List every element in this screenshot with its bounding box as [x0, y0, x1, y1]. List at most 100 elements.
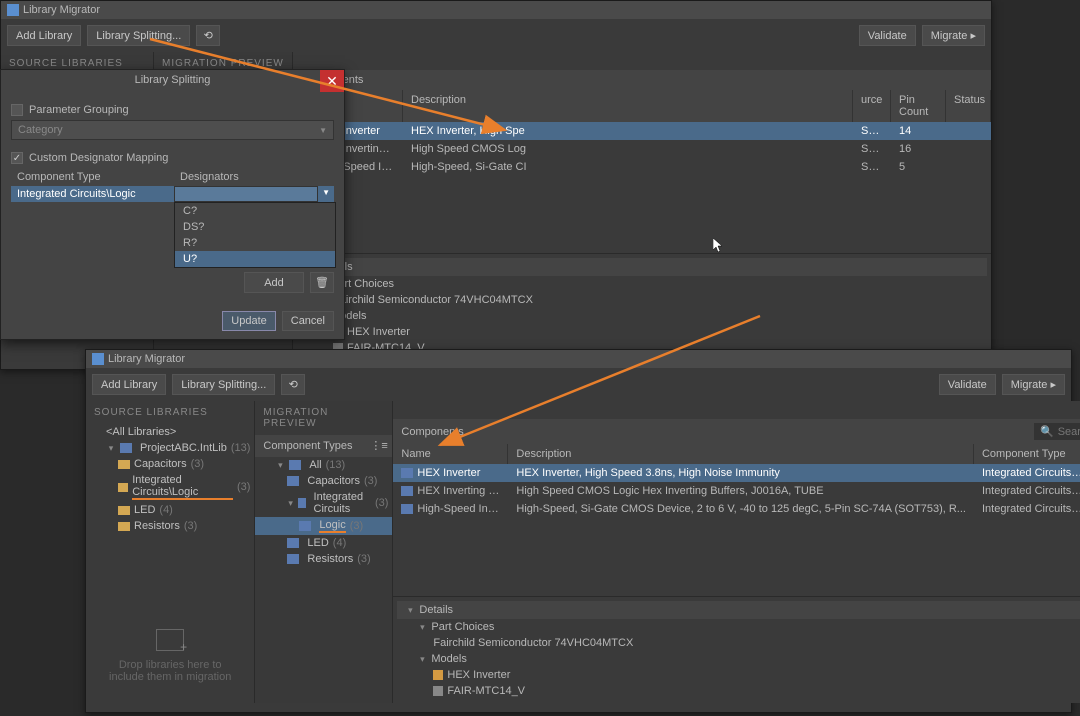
library-splitting-button[interactable]: Library Splitting...: [87, 25, 190, 46]
component-row[interactable]: HEX Inverter HEX Inverter, High Spe SchL…: [293, 122, 991, 140]
library-item[interactable]: ▾ProjectABC.IntLib (13): [86, 440, 254, 456]
titlebar: Library Migrator: [86, 350, 1071, 368]
col-status[interactable]: Status: [946, 90, 991, 122]
mapping-row[interactable]: Integrated Circuits\Logic ▼: [11, 186, 334, 202]
type-all[interactable]: ▾All (13): [255, 457, 392, 473]
cancel-button[interactable]: Cancel: [282, 311, 334, 331]
designator-input[interactable]: [174, 186, 318, 202]
col-source[interactable]: urce: [853, 90, 891, 122]
chevron-down-icon[interactable]: ▼: [318, 186, 334, 202]
grid-header: Name Description urce Pin Count Status: [293, 90, 991, 122]
component-row[interactable]: High-Speed Inverter High-Speed, Si-Gate …: [393, 500, 1080, 518]
component-types-panel: MIGRATION PREVIEW Component Types ⋮≡ ▾Al…: [255, 401, 393, 703]
type-icon: [287, 554, 299, 564]
app-icon: [92, 353, 104, 365]
col-component-type[interactable]: Component Type: [974, 444, 1080, 464]
validate-button[interactable]: Validate: [939, 374, 996, 395]
section-header: Component Types ⋮≡: [255, 435, 392, 457]
migrate-button[interactable]: Migrate ▸: [922, 25, 985, 46]
components-panel: Components Name Description urce Pin Cou…: [293, 52, 991, 360]
type-capacitors[interactable]: Capacitors (3): [255, 473, 392, 489]
migrate-button[interactable]: Migrate ▸: [1002, 374, 1065, 395]
search-box[interactable]: 🔍 Search: [1034, 423, 1080, 440]
type-ic[interactable]: ▾Integrated Circuits (3): [255, 489, 392, 517]
chevron-down-icon: ▾: [106, 443, 116, 454]
models-section[interactable]: ▾Models: [397, 651, 1080, 667]
col-description[interactable]: Description: [403, 90, 853, 122]
type-led[interactable]: LED (4): [255, 535, 392, 551]
app-icon: [7, 4, 19, 16]
parameter-grouping-checkbox[interactable]: Parameter Grouping: [11, 100, 334, 120]
add-button[interactable]: Add: [244, 272, 304, 293]
model-item: FAIR-MTC14_V: [397, 683, 1080, 699]
col-component-type: Component Type: [11, 168, 174, 186]
refresh-button[interactable]: ⟲: [281, 374, 305, 395]
drop-zone[interactable]: Drop libraries here to include them in m…: [86, 609, 254, 703]
category-resistors[interactable]: Resistors (3): [86, 518, 254, 534]
delete-button[interactable]: 🗑: [310, 272, 334, 293]
library-splitting-button[interactable]: Library Splitting...: [172, 374, 275, 395]
grid-header: Name Description Component Type Folder S…: [393, 444, 1080, 464]
add-library-button[interactable]: Add Library: [7, 25, 81, 46]
checkbox-checked-icon: [11, 152, 23, 164]
chevron-down-icon: ▾: [417, 654, 427, 665]
part-choice-item: Fairchild Semiconductor 74VHC04MTCX: [297, 292, 987, 308]
validate-button[interactable]: Validate: [859, 25, 916, 46]
components-panel: Components 🔍 Search Name Description Com…: [393, 401, 1080, 703]
tree-filter-icon[interactable]: ⋮≡: [370, 439, 384, 453]
chevron-down-icon: ▾: [275, 460, 285, 471]
col-name[interactable]: Name: [393, 444, 508, 464]
models-section[interactable]: ▾Models: [297, 308, 987, 324]
component-row[interactable]: HEX Inverting Buffers High Speed CMOS Lo…: [293, 140, 991, 158]
refresh-button[interactable]: ⟲: [196, 25, 220, 46]
component-icon: [401, 468, 413, 478]
panel-header: SOURCE LIBRARIES: [86, 401, 254, 424]
details-panel: ▾Details ▾Part Choices Fairchild Semicon…: [393, 596, 1080, 703]
model-item: HEX Inverter: [397, 667, 1080, 683]
category-select[interactable]: Category ▼: [11, 120, 334, 140]
component-row[interactable]: HEX Inverter HEX Inverter, High Speed 3.…: [393, 464, 1080, 482]
add-library-button[interactable]: Add Library: [92, 374, 166, 395]
part-choices-section[interactable]: ▾Part Choices: [397, 619, 1080, 635]
type-icon: [299, 521, 311, 531]
components-header: Components: [293, 70, 991, 90]
dropdown-option-u[interactable]: U?: [175, 251, 335, 267]
part-choice-item: Fairchild Semiconductor 74VHC04MTCX: [397, 635, 1080, 651]
dropdown-option-c[interactable]: C?: [175, 203, 335, 219]
all-libraries-item[interactable]: <All Libraries>: [86, 424, 254, 440]
component-row[interactable]: High-Speed Inverter High-Speed, Si-Gate …: [293, 158, 991, 176]
details-header[interactable]: ▾Details: [297, 258, 987, 276]
col-description[interactable]: Description: [508, 444, 974, 464]
part-choices-section[interactable]: ▾Part Choices: [297, 276, 987, 292]
dropdown-option-ds[interactable]: DS?: [175, 219, 335, 235]
app-title: Library Migrator: [108, 353, 185, 365]
component-icon: [401, 504, 413, 514]
close-button[interactable]: ✕: [320, 70, 344, 92]
library-splitting-dialog: Library Splitting ✕ Parameter Grouping C…: [0, 69, 345, 340]
details-header[interactable]: ▾Details: [397, 601, 1080, 619]
col-designators: Designators: [174, 168, 245, 186]
designator-dropdown: C? DS? R? U?: [174, 202, 336, 268]
category-ic-logic[interactable]: Integrated Circuits\Logic (3): [86, 472, 254, 502]
search-icon: 🔍: [1040, 425, 1054, 438]
panel-header: MIGRATION PREVIEW: [255, 401, 392, 435]
folder-icon: [118, 483, 128, 492]
col-pin-count[interactable]: Pin Count: [891, 90, 946, 122]
components-header: Components 🔍 Search: [393, 419, 1080, 444]
component-row[interactable]: HEX Inverting Buffers High Speed CMOS Lo…: [393, 482, 1080, 500]
mapping-table-header: Component Type Designators: [11, 168, 334, 186]
category-capacitors[interactable]: Capacitors (3): [86, 456, 254, 472]
dropdown-option-r[interactable]: R?: [175, 235, 335, 251]
custom-designator-checkbox[interactable]: Custom Designator Mapping: [11, 148, 334, 168]
type-resistors[interactable]: Resistors (3): [255, 551, 392, 567]
category-led[interactable]: LED (4): [86, 502, 254, 518]
dialog-titlebar: Library Splitting ✕: [1, 70, 344, 90]
window-library-migrator-after: Library Migrator Add Library Library Spl…: [85, 349, 1072, 713]
source-libraries-panel: SOURCE LIBRARIES <All Libraries> ▾Projec…: [86, 401, 255, 703]
app-title: Library Migrator: [23, 4, 100, 16]
update-button[interactable]: Update: [222, 311, 275, 331]
type-logic[interactable]: Logic (3): [255, 517, 392, 535]
dialog-footer: Update Cancel: [1, 303, 344, 339]
chevron-down-icon: ▼: [319, 126, 327, 135]
library-icon: [120, 443, 132, 453]
